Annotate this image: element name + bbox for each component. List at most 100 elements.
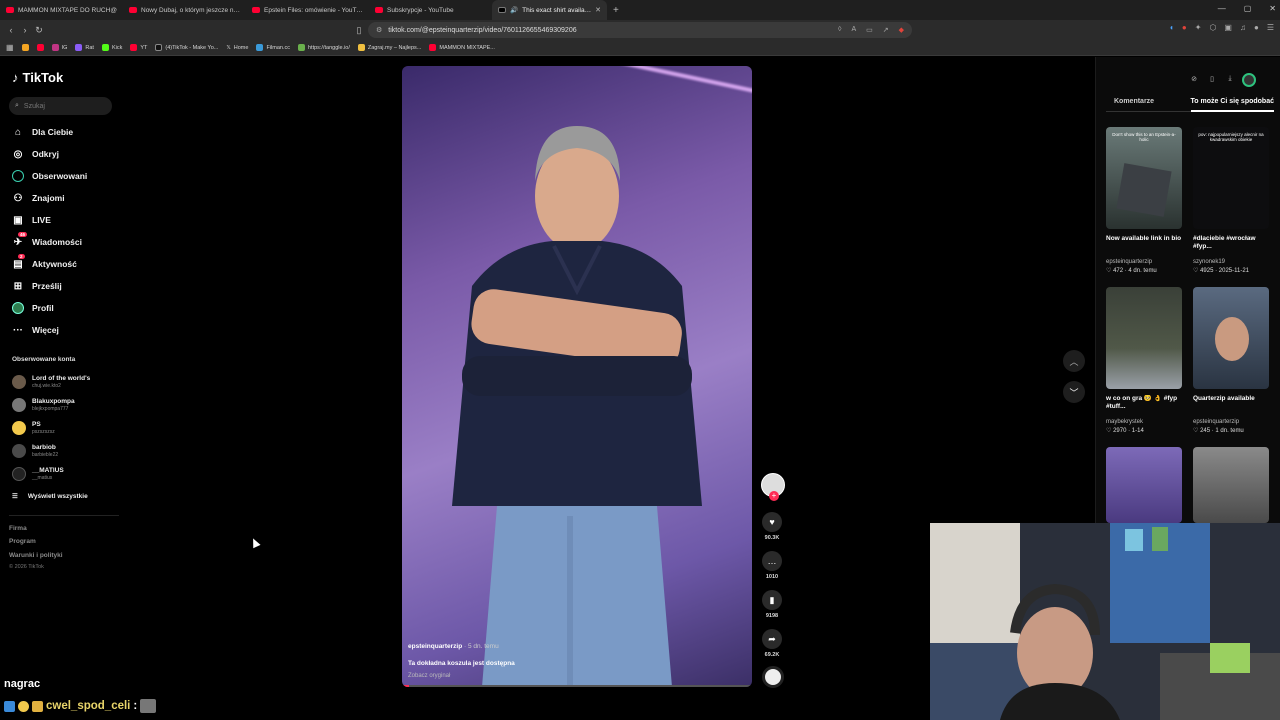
followed-account[interactable]: PS pszszszsz [12, 421, 55, 435]
recommended-video[interactable]: w co on gra 🥺 👌 #fyp #tuff... maybekryst… [1106, 287, 1182, 434]
bookmark-kick[interactable]: Kick [101, 44, 122, 51]
reload-icon[interactable]: ↻ [32, 25, 46, 36]
author-avatar[interactable]: + [761, 473, 785, 501]
nav-messages[interactable]: ✈ 46 Wiadomości [12, 232, 82, 248]
footer-link[interactable]: Program [9, 538, 36, 545]
nav-friends[interactable]: ⚇ Znajomi [12, 192, 65, 204]
comment-icon[interactable]: … [762, 551, 782, 571]
like-action[interactable]: ♥ 90.3K [762, 512, 782, 541]
video-player[interactable]: epsteinquarterzip · 5 dn. temu Ta dokład… [402, 66, 752, 687]
bookmark-zagraj[interactable]: Zagraj.my – Najleps... [357, 44, 421, 51]
translate-icon[interactable]: A [851, 26, 856, 34]
back-icon[interactable]: ‹ [4, 25, 18, 35]
save-action[interactable]: ▮ 9198 [762, 590, 782, 619]
bookmark-tiktok[interactable]: (4)TikTok - Make Yo... [155, 44, 218, 51]
heart-icon: ♡ [1193, 428, 1199, 434]
video-author[interactable]: epsteinquarterzip [408, 643, 462, 650]
extension-icon[interactable]: ● [1182, 23, 1187, 32]
device-icon[interactable]: ▯ [1206, 73, 1218, 85]
minimize-icon[interactable]: — [1218, 4, 1226, 13]
tab-recommended[interactable]: To może Ci się spodobać [1190, 98, 1274, 112]
extension-icon[interactable]: ✦ [1195, 23, 1202, 32]
menu-icon[interactable]: ☰ [1267, 23, 1274, 32]
footer-link[interactable]: Firma [9, 525, 27, 532]
site-info-icon[interactable]: ⚙ [376, 26, 382, 34]
browser-tab[interactable]: Nowy Dubaj, o którym jeszcze nie sł [123, 0, 246, 20]
followed-account[interactable]: Lord of the world's chuj.wie.kto2 [12, 375, 90, 389]
bookmark[interactable] [36, 44, 44, 51]
bookmark-tangle[interactable]: https://tanggle.io/ [297, 44, 350, 51]
bookmark-filman[interactable]: Filman.cc [256, 44, 290, 51]
recommended-video[interactable] [1193, 447, 1269, 523]
new-tab-button[interactable]: + [613, 5, 619, 16]
video-progress-bar[interactable] [402, 685, 752, 687]
follow-plus-icon[interactable]: + [769, 491, 779, 501]
profile-icon[interactable]: ● [1254, 23, 1259, 32]
bookmark-icon[interactable]: ▯ [352, 25, 366, 36]
panel-tools: ⊘ ▯ ⤓ [1188, 73, 1256, 87]
extension-shield-icon[interactable]: ◆ [899, 26, 904, 34]
browser-tab-active[interactable]: 🔊This exact shirt available | Tik✕ [492, 0, 607, 20]
recommended-video[interactable]: Don't show this to an Epstein-a-holic No… [1106, 127, 1182, 274]
forward-icon[interactable]: › [18, 25, 32, 35]
nav-upload[interactable]: ⊞ Prześlij [12, 280, 62, 292]
address-bar[interactable]: ⚙ tiktok.com/@epsteinquarterzip/video/76… [368, 22, 912, 38]
bookmark-mammon[interactable]: MAMMON MIXTAPE... [429, 44, 495, 51]
nav-following[interactable]: Obserwowani [12, 170, 87, 182]
apps-icon[interactable]: ▦ [6, 43, 14, 52]
nav-explore[interactable]: ◎ Odkryj [12, 148, 59, 160]
extension-icon[interactable]: ⬡ [1209, 23, 1216, 32]
share-icon[interactable]: ➦ [762, 629, 782, 649]
bookmark-yt[interactable]: YT [130, 44, 147, 51]
recommended-video[interactable]: pov: najpopularniejszy alecnir na kwadra… [1193, 127, 1269, 274]
avatar [12, 444, 26, 458]
music-disc[interactable] [762, 666, 784, 688]
tab-comments[interactable]: Komentarze [1106, 98, 1154, 105]
see-original-link[interactable]: Zobacz oryginał [408, 673, 515, 679]
nav-for-you[interactable]: ⌂ Dla Ciebie [12, 126, 73, 138]
extension-icon[interactable]: ◖ [1169, 23, 1174, 32]
heart-icon[interactable]: ♥ [762, 512, 782, 532]
followed-account[interactable]: barbiob barbieble22 [12, 444, 58, 458]
following-icon [12, 170, 24, 182]
close-tab-icon[interactable]: ✕ [595, 6, 601, 14]
comment-action[interactable]: … 1010 [762, 551, 782, 580]
nav-more[interactable]: ··· Więcej [12, 324, 59, 336]
extension-icon[interactable]: ▣ [1224, 23, 1232, 32]
followed-account[interactable]: Blakuxpompa blejkxpompa777 [12, 398, 75, 412]
bookmark-rat[interactable]: Rat [75, 44, 94, 51]
mute-icon[interactable]: ◊ [838, 26, 841, 34]
settings-icon[interactable]: ⊘ [1188, 73, 1200, 85]
maximize-icon[interactable]: ▢ [1244, 4, 1252, 13]
browser-tab[interactable]: Subskrypcje - YouTube [369, 0, 492, 20]
nav-activity[interactable]: ▤ 2 Aktywność [12, 254, 77, 270]
show-all-link[interactable]: ☰ Wyświetl wszystkie [12, 492, 88, 501]
download-icon[interactable]: ⤓ [1224, 73, 1236, 85]
followed-account[interactable]: __MATIUS __matius [12, 467, 64, 481]
recommended-video[interactable]: Quarterzip available epsteinquarterzip ♡… [1193, 287, 1269, 434]
nav-live[interactable]: ▣ LIVE [12, 214, 51, 226]
browser-tab[interactable]: Epstein Files: omówienie - YouTube [246, 0, 369, 20]
url-text[interactable]: tiktok.com/@epsteinquarterzip/video/7601… [388, 27, 576, 34]
previous-video-button[interactable]: ︿ [1063, 350, 1085, 372]
share-action[interactable]: ➦ 69.2K [762, 629, 782, 658]
search-input[interactable]: ⌕ Szukaj [9, 97, 112, 115]
media-icon[interactable]: ♫ [1240, 23, 1246, 32]
user-avatar[interactable] [1242, 73, 1256, 87]
bookmark-home[interactable]: 𝕏 Home [226, 45, 248, 51]
recommended-video[interactable] [1106, 447, 1182, 523]
footer-link[interactable]: Warunki i polityki [9, 552, 63, 559]
nav-profile[interactable]: Profil [12, 302, 54, 314]
install-icon[interactable]: ▭ [866, 26, 873, 34]
close-window-icon[interactable]: ✕ [1269, 4, 1276, 13]
compass-icon: ◎ [13, 148, 23, 160]
share-icon[interactable]: ↗ [883, 26, 889, 34]
bookmark-ig[interactable]: IG [51, 44, 67, 51]
tiktok-logo[interactable]: ♪ TikTok [12, 70, 63, 85]
crown-badge-icon [32, 700, 43, 712]
chat-message: cwel_spod_celi : [4, 699, 157, 713]
bookmark-icon[interactable]: ▮ [762, 590, 782, 610]
browser-tab[interactable]: MAMMON MIXTAPE DO RUCH@ [0, 0, 123, 20]
bookmark[interactable] [21, 44, 29, 51]
next-video-button[interactable]: ﹀ [1063, 381, 1085, 403]
